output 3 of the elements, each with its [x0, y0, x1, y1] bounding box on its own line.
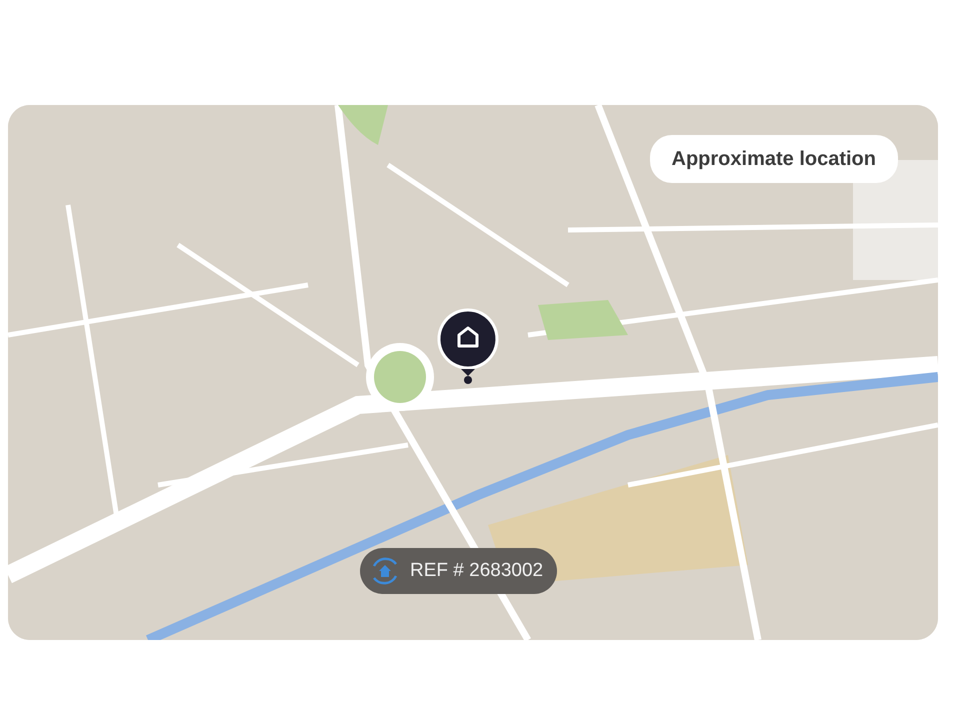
location-pin-icon: [437, 308, 499, 384]
reference-number: REF # 2683002: [410, 558, 544, 583]
approximate-location-label: Approximate location: [650, 135, 898, 183]
